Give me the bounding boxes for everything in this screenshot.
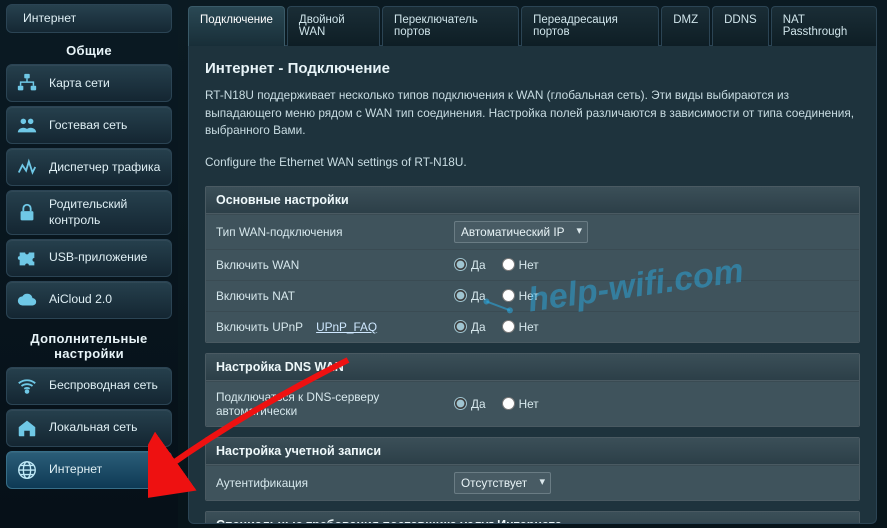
main-content: Подключение Двойной WAN Переключатель по… [178, 0, 887, 528]
label-enable-upnp: Включить UPnP UPnP_FAQ [206, 312, 444, 342]
radio-enable-wan-yes[interactable] [454, 258, 467, 271]
sidebar-item-wireless[interactable]: Беспроводная сеть [6, 367, 172, 405]
traffic-icon [15, 155, 39, 179]
lock-icon [15, 201, 39, 225]
section-account-header: Настройка учетной записи [206, 438, 859, 465]
cloud-icon [15, 288, 39, 312]
tab-nat-passthrough[interactable]: NAT Passthrough [771, 6, 877, 46]
section-isp-header: Специальные требования поставщика услуг … [206, 512, 859, 524]
sidebar: Интернет Общие Карта сети Гостевая сеть … [0, 0, 178, 528]
sidebar-item-label: Диспетчер трафика [49, 160, 160, 175]
sidebar-item-label: AiCloud 2.0 [49, 292, 112, 307]
label-auth: Аутентификация [206, 468, 444, 498]
sidebar-section-advanced: Дополнительные настройки [6, 331, 172, 361]
select-wan-type[interactable]: Автоматический IP [454, 221, 588, 243]
section-isp: Специальные требования поставщика услуг … [205, 511, 860, 524]
sidebar-item-parental-control[interactable]: Родительский контроль [6, 190, 172, 235]
section-dns: Настройка DNS WAN Подключаться к DNS-сер… [205, 353, 860, 427]
radio-enable-nat-no[interactable] [502, 289, 515, 302]
section-dns-header: Настройка DNS WAN [206, 354, 859, 381]
tab-dual-wan[interactable]: Двойной WAN [287, 6, 380, 46]
select-auth[interactable]: Отсутствует [454, 472, 551, 494]
tab-port-trigger[interactable]: Переключатель портов [382, 6, 519, 46]
sidebar-item-lan[interactable]: Локальная сеть [6, 409, 172, 447]
section-basic-header: Основные настройки [206, 187, 859, 214]
sidebar-item-label: Интернет [49, 462, 102, 477]
page-title: Интернет - Подключение [205, 60, 860, 77]
section-basic: Основные настройки Тип WAN-подключения А… [205, 186, 860, 343]
label-wan-type: Тип WAN-подключения [206, 217, 444, 247]
radio-enable-upnp-yes[interactable] [454, 320, 467, 333]
radio-dns-no[interactable] [502, 397, 515, 410]
tab-ddns[interactable]: DDNS [712, 6, 769, 46]
sidebar-item-label: USB-приложение [49, 250, 147, 265]
radio-enable-upnp-no[interactable] [502, 320, 515, 333]
globe-icon [15, 458, 39, 482]
guests-icon [15, 113, 39, 137]
tab-port-forward[interactable]: Переадресация портов [521, 6, 659, 46]
intro-text-2: Configure the Ethernet WAN settings of R… [205, 154, 860, 172]
network-map-icon [15, 71, 39, 95]
sidebar-item-network-map[interactable]: Карта сети [6, 64, 172, 102]
sidebar-top-internet[interactable]: Интернет [6, 4, 172, 33]
settings-panel: Интернет - Подключение RT-N18U поддержив… [188, 46, 877, 524]
sidebar-item-label: Беспроводная сеть [49, 378, 158, 393]
label-enable-nat: Включить NAT [206, 281, 444, 311]
wifi-icon [15, 374, 39, 398]
puzzle-icon [15, 246, 39, 270]
sidebar-section-general: Общие [6, 43, 172, 58]
sidebar-item-guest-network[interactable]: Гостевая сеть [6, 106, 172, 144]
home-icon [15, 416, 39, 440]
radio-dns-yes[interactable] [454, 397, 467, 410]
sidebar-item-label: Родительский контроль [49, 197, 163, 228]
radio-enable-wan-no[interactable] [502, 258, 515, 271]
intro-text-1: RT-N18U поддерживает несколько типов под… [205, 87, 860, 140]
link-upnp-faq[interactable]: UPnP_FAQ [316, 320, 377, 334]
sidebar-item-label: Гостевая сеть [49, 118, 127, 133]
sidebar-item-internet[interactable]: Интернет [6, 451, 172, 489]
sidebar-item-traffic-manager[interactable]: Диспетчер трафика [6, 148, 172, 186]
tab-dmz[interactable]: DMZ [661, 6, 710, 46]
sidebar-item-usb-app[interactable]: USB-приложение [6, 239, 172, 277]
sidebar-top-label: Интернет [23, 11, 76, 26]
section-account: Настройка учетной записи Аутентификация … [205, 437, 860, 501]
sidebar-item-label: Карта сети [49, 76, 110, 91]
tab-bar: Подключение Двойной WAN Переключатель по… [188, 6, 877, 46]
label-enable-wan: Включить WAN [206, 250, 444, 280]
sidebar-item-aicloud[interactable]: AiCloud 2.0 [6, 281, 172, 319]
tab-connection[interactable]: Подключение [188, 6, 285, 46]
label-dns-auto: Подключаться к DNS-серверу автоматически [206, 382, 444, 426]
radio-enable-nat-yes[interactable] [454, 289, 467, 302]
sidebar-item-label: Локальная сеть [49, 420, 138, 435]
